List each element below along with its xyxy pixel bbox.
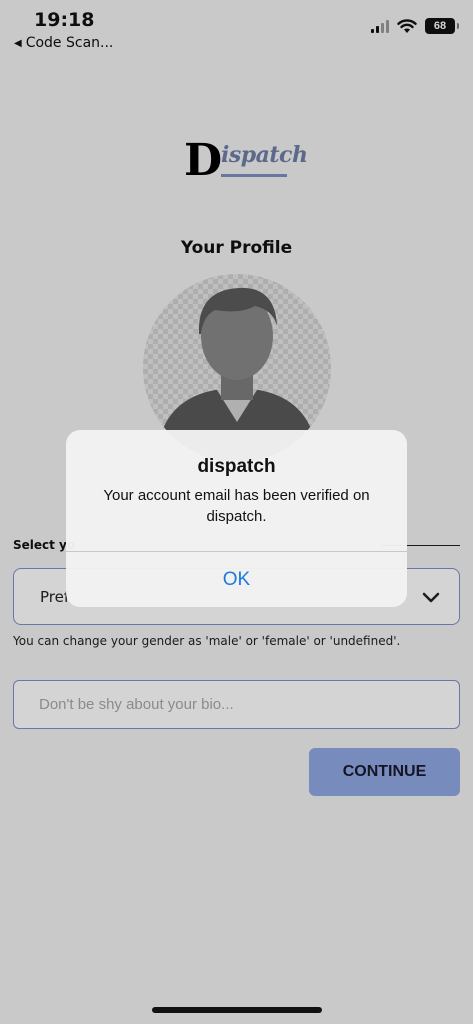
alert-ok-button[interactable]: OK <box>66 552 407 607</box>
alert-dialog: dispatch Your account email has been ver… <box>66 430 407 607</box>
alert-title: dispatch <box>197 456 276 477</box>
home-indicator[interactable] <box>152 1007 322 1013</box>
alert-message: Your account email has been verified on … <box>103 487 370 525</box>
